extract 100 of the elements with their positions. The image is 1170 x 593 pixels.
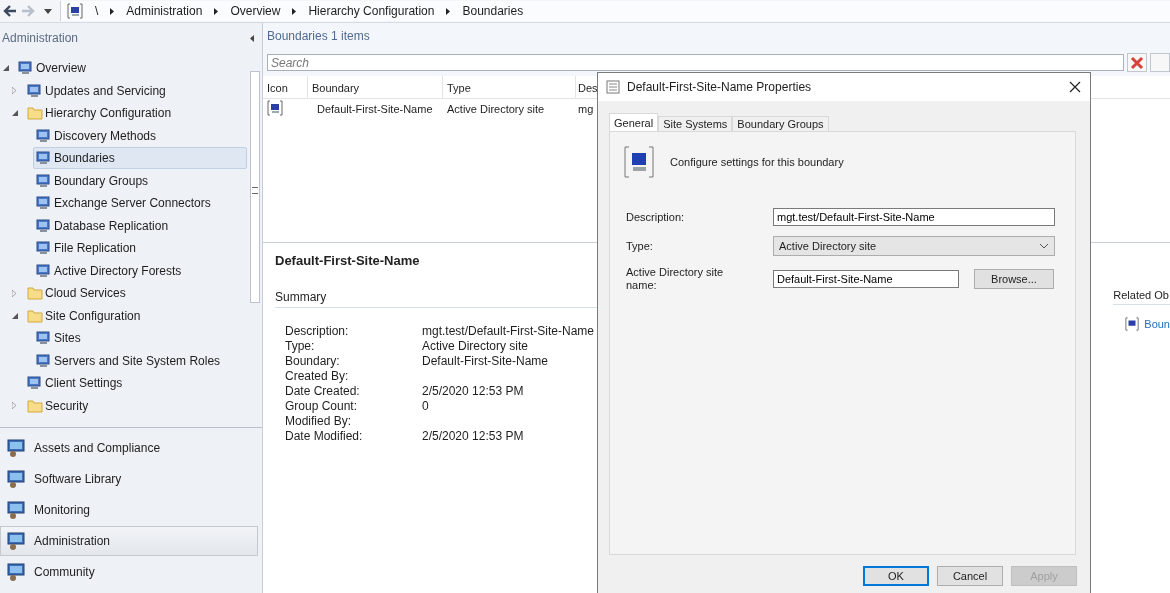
monitor-icon <box>36 331 52 346</box>
back-icon[interactable] <box>2 3 18 19</box>
tree-item[interactable]: Overview <box>15 57 91 80</box>
chevron-icon[interactable] <box>292 7 297 15</box>
tree-item[interactable]: Sites <box>33 327 86 350</box>
table-cell-text: mg <box>577 103 595 115</box>
tree-item[interactable]: Exchange Server Connectors <box>33 192 216 215</box>
tree-item[interactable]: Client Settings <box>24 372 128 395</box>
workspace-icon <box>6 500 26 520</box>
field-label: Date Modified: <box>285 429 364 444</box>
expanded-icon[interactable] <box>3 65 9 72</box>
field-label: Group Count: <box>285 399 359 414</box>
table-cell-text: Default-First-Site-Name <box>316 103 434 115</box>
tree-item[interactable]: Database Replication <box>33 214 174 237</box>
breadcrumb-item[interactable]: Administration <box>126 4 203 18</box>
dialog-button[interactable]: OK <box>863 566 929 586</box>
workspace-item[interactable]: Assets and Compliance <box>0 433 258 463</box>
section-heading: Summary <box>275 290 597 308</box>
folder-icon <box>27 398 43 413</box>
tree-item[interactable]: Servers and Site System Roles <box>33 349 226 372</box>
monitor-icon <box>36 128 52 143</box>
tree-item[interactable]: Hierarchy Configuration <box>24 102 177 125</box>
dialog-button[interactable]: Cancel <box>937 566 1003 586</box>
tree-item[interactable]: Security <box>24 394 94 417</box>
field-value: mgt.test/Default-First-Site-Name <box>422 324 595 338</box>
breadcrumb-item[interactable]: Boundaries <box>462 4 524 18</box>
breadcrumb-item[interactable]: \ <box>95 4 99 18</box>
folder-icon <box>27 286 43 301</box>
field-label: Date Created: <box>285 384 361 399</box>
monitor-icon <box>1125 317 1140 331</box>
tree-item[interactable]: Boundary Groups <box>33 169 154 192</box>
related-link[interactable]: Boun <box>1144 318 1170 330</box>
monitor-icon <box>624 146 654 178</box>
column-header[interactable]: Boundary <box>308 76 443 98</box>
chevron-icon[interactable] <box>446 7 451 15</box>
tree-item[interactable]: Boundaries <box>33 147 247 170</box>
monitor-icon <box>36 241 52 256</box>
folder-icon <box>27 308 43 323</box>
tree-item[interactable]: Active Directory Forests <box>33 259 187 282</box>
field-label: Type: <box>285 339 316 354</box>
address-bar[interactable]: \ Administration Overview Hierarchy Configuration Boundaries <box>60 1 1170 21</box>
folder-icon <box>27 106 43 121</box>
browse-button[interactable]: Browse... <box>974 269 1054 289</box>
chevron-icon <box>1039 243 1049 249</box>
field-value: 2/5/2020 12:53 PM <box>422 429 524 443</box>
workspace-icon <box>6 469 26 489</box>
clear-search-button[interactable] <box>1127 53 1147 72</box>
expanded-icon[interactable] <box>12 312 18 319</box>
field-value: 0 <box>422 399 429 413</box>
tree-item[interactable]: Cloud Services <box>24 282 131 305</box>
tree-item[interactable]: File Replication <box>33 237 142 260</box>
monitor-icon <box>36 218 52 233</box>
collapse-icon[interactable] <box>250 34 254 42</box>
expanded-icon[interactable] <box>12 110 18 117</box>
workspace-item[interactable]: Monitoring <box>0 495 258 525</box>
field-label: Modified By: <box>285 414 353 429</box>
field-value: 2/5/2020 12:53 PM <box>422 384 524 398</box>
column-header[interactable]: Type <box>443 76 576 98</box>
search-field[interactable]: Search <box>267 54 1124 71</box>
column-header[interactable]: Icon <box>263 76 308 98</box>
tab[interactable]: Site Systems <box>658 116 733 131</box>
monitor-icon <box>36 196 52 211</box>
monitor-icon <box>27 376 43 391</box>
properties-icon <box>606 80 620 94</box>
monitor-icon <box>27 83 43 98</box>
tree-item[interactable]: Discovery Methods <box>33 124 162 147</box>
dropdown-icon[interactable] <box>44 8 52 14</box>
tree-item[interactable]: Updates and Servicing <box>24 79 171 102</box>
description-field[interactable]: mgt.test/Default-First-Site-Name <box>773 208 1055 226</box>
table-cell-text: Active Directory site <box>446 103 546 115</box>
monitor-icon <box>267 100 283 116</box>
breadcrumb-item[interactable]: Hierarchy Configuration <box>308 4 435 18</box>
monitor-icon <box>36 173 52 188</box>
workspace-icon <box>6 562 26 582</box>
field-value: Active Directory site <box>422 339 529 353</box>
tab[interactable]: General <box>609 113 659 131</box>
detail-title: Default-First-Site-Name <box>275 253 421 268</box>
field-value: Default-First-Site-Name <box>422 354 549 368</box>
field-label: Description: <box>625 210 686 224</box>
site-name-field[interactable]: Default-First-Site-Name <box>773 270 959 288</box>
dialog-heading: Configure settings for this boundary <box>670 156 844 168</box>
workspace-item[interactable]: Software Library <box>0 464 258 494</box>
workspace-icon <box>6 438 26 458</box>
monitor-icon <box>67 3 83 19</box>
breadcrumb-item[interactable]: Overview <box>230 4 281 18</box>
tree-item[interactable]: Site Configuration <box>24 304 146 327</box>
workspace-icon <box>6 531 26 551</box>
tab[interactable]: Boundary Groups <box>732 116 829 131</box>
dialog-title: Default-First-Site-Name Properties <box>627 80 813 94</box>
close-icon[interactable] <box>1069 81 1081 93</box>
field-label: Boundary: <box>285 354 341 369</box>
type-dropdown[interactable]: Active Directory site <box>773 236 1055 256</box>
field-label: Active Directory site name: <box>625 266 725 292</box>
workspace-item[interactable]: Community <box>0 557 258 587</box>
workspace-item[interactable]: Administration <box>0 526 258 556</box>
chevron-icon[interactable] <box>214 7 219 15</box>
chevron-icon[interactable] <box>110 7 115 15</box>
field-label: Description: <box>285 324 350 339</box>
field-label: Created By: <box>285 369 350 384</box>
pane-title: Administration <box>2 31 79 45</box>
